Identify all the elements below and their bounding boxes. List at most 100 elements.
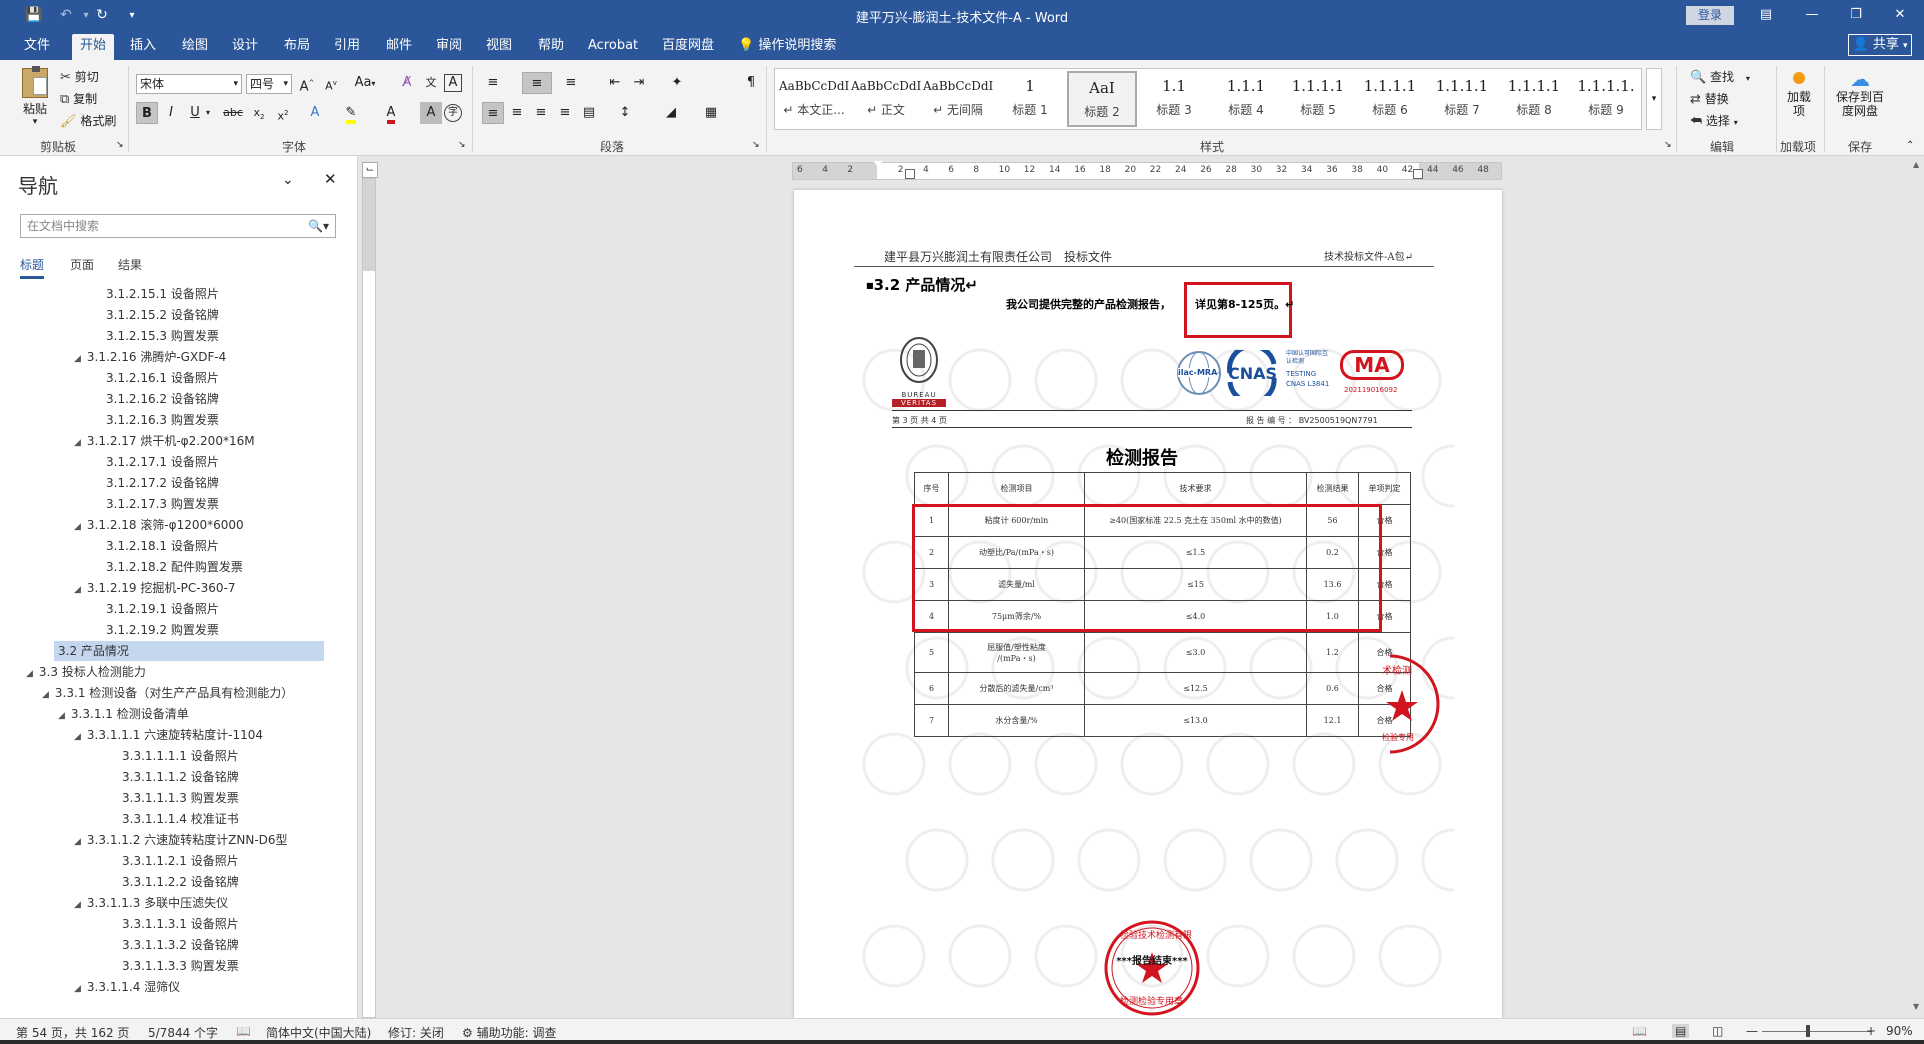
style-tile[interactable]: 1.1.1.1. 标题 9 xyxy=(1571,71,1641,127)
character-border-icon[interactable]: A xyxy=(444,74,462,92)
web-layout-icon[interactable]: ◫ xyxy=(1712,1024,1723,1038)
collapse-triangle-icon[interactable]: ◢ xyxy=(74,900,81,910)
style-tile[interactable]: 1.1.1.1 标题 8 xyxy=(1499,71,1569,127)
nav-tab-headings[interactable]: 标题 xyxy=(20,256,45,279)
style-tile[interactable]: 1.1 标题 3 xyxy=(1139,71,1209,127)
decrease-indent-icon[interactable]: ⇤ xyxy=(604,72,626,94)
style-tile[interactable]: AaBbCcDdI ↵ 本文正... xyxy=(779,71,849,127)
style-tile[interactable]: AaBbCcDdI ↵ 正文 xyxy=(851,71,921,127)
nav-heading-item[interactable]: 3.1.2.19.1 设备照片 xyxy=(106,599,219,619)
collapse-ribbon-icon[interactable]: ⌃ xyxy=(1906,140,1914,151)
collapse-triangle-icon[interactable]: ◢ xyxy=(74,585,81,595)
nav-heading-item[interactable]: ◢ 3.3 投标人检测能力 xyxy=(26,662,146,682)
shading-icon[interactable]: ◢ xyxy=(656,102,686,124)
tab-layout[interactable]: 布局 xyxy=(276,34,318,60)
section-heading[interactable]: ■3.2 产品情况↵ xyxy=(866,274,978,295)
show-marks-icon[interactable]: ¶ xyxy=(740,72,762,94)
align-center-button[interactable]: ≡ xyxy=(506,102,528,124)
save-to-baidu-button[interactable]: ☁ 保存到百度网盘 xyxy=(1832,68,1888,118)
nav-heading-item[interactable]: 3.3.1.1.3.1 设备照片 xyxy=(122,914,239,934)
nav-tab-results[interactable]: 结果 xyxy=(118,256,142,273)
style-tile[interactable]: AaI 标题 2 xyxy=(1067,71,1137,127)
nav-heading-item[interactable]: 3.1.2.17.3 购置发票 xyxy=(106,494,219,514)
tab-acrobat[interactable]: Acrobat xyxy=(580,34,646,60)
customize-quick-access-icon[interactable]: ▾ xyxy=(120,5,144,25)
collapse-triangle-icon[interactable]: ◢ xyxy=(74,837,81,847)
change-case-icon[interactable]: Aa▾ xyxy=(350,72,380,94)
addins-button[interactable]: 加载项 xyxy=(1784,72,1814,118)
tab-file[interactable]: 文件 xyxy=(16,34,58,60)
tab-baidu-netdisk[interactable]: 百度网盘 xyxy=(654,34,722,60)
nav-heading-item[interactable]: 3.3.1.1.1.2 设备铭牌 xyxy=(122,767,239,787)
collapse-triangle-icon[interactable]: ◢ xyxy=(74,984,81,994)
bold-button[interactable]: B xyxy=(136,102,158,124)
font-launcher-icon[interactable]: ↘ xyxy=(458,140,466,150)
redo-icon[interactable]: ↻ xyxy=(90,5,114,25)
collapse-triangle-icon[interactable]: ◢ xyxy=(42,690,49,700)
style-tile[interactable]: 1.1.1.1 标题 6 xyxy=(1355,71,1425,127)
document-page[interactable]: 建平县万兴膨润土有限责任公司 投标文件 技术投标文件-A包↵ ■3.2 产品情况… xyxy=(794,190,1502,1018)
find-button[interactable]: 🔍 查找 ▾ xyxy=(1690,68,1750,85)
restore-button[interactable]: ❐ xyxy=(1836,3,1876,27)
distributed-button[interactable]: ▤ xyxy=(578,102,600,124)
tab-home[interactable]: 开始 xyxy=(72,34,115,60)
nav-heading-item[interactable]: 3.2 产品情况 xyxy=(54,641,324,661)
save-icon[interactable]: 💾 xyxy=(22,5,46,25)
paste-button[interactable]: 粘贴 ▾ xyxy=(18,66,52,127)
nav-heading-item[interactable]: 3.1.2.15.3 购置发票 xyxy=(106,326,219,346)
replace-button[interactable]: ⇄ 替换 xyxy=(1690,90,1729,107)
nav-heading-item[interactable]: ◢ 3.3.1 检测设备（对生产产品具有检测能力） xyxy=(42,683,293,703)
search-icon[interactable]: 🔍▾ xyxy=(308,215,329,237)
text-effects-icon[interactable]: A xyxy=(304,102,326,124)
font-color-icon[interactable]: A xyxy=(380,102,402,124)
ribbon-display-options-icon[interactable]: ▤ xyxy=(1746,3,1786,27)
nav-heading-item[interactable]: 3.1.2.15.2 设备铭牌 xyxy=(106,305,219,325)
vertical-scrollbar[interactable]: ▲ ▼ xyxy=(1910,156,1924,1018)
tab-mailings[interactable]: 邮件 xyxy=(378,34,420,60)
tab-view[interactable]: 视图 xyxy=(478,34,520,60)
collapse-triangle-icon[interactable]: ◢ xyxy=(74,732,81,742)
format-painter-button[interactable]: 🖌 格式刷 xyxy=(60,112,116,129)
nav-heading-item[interactable]: 3.3.1.1.1.4 校准证书 xyxy=(122,809,239,829)
collapse-triangle-icon[interactable]: ◢ xyxy=(74,354,81,364)
nav-heading-item[interactable]: ◢ 3.3.1.1.4 湿筛仪 xyxy=(74,977,180,997)
nav-tab-pages[interactable]: 页面 xyxy=(70,256,94,273)
style-tile[interactable]: 1.1.1.1 标题 7 xyxy=(1427,71,1497,127)
nav-heading-item[interactable]: 3.1.2.18.1 设备照片 xyxy=(106,536,219,556)
italic-button[interactable]: I xyxy=(160,102,182,124)
align-right-button[interactable]: ≡ xyxy=(530,102,552,124)
nav-heading-item[interactable]: 3.3.1.1.3.2 设备铭牌 xyxy=(122,935,239,955)
zoom-level[interactable]: 90% xyxy=(1886,1024,1913,1038)
tab-draw[interactable]: 绘图 xyxy=(174,34,216,60)
tab-references[interactable]: 引用 xyxy=(326,34,368,60)
tab-help[interactable]: 帮助 xyxy=(530,34,572,60)
clipboard-launcher-icon[interactable]: ↘ xyxy=(116,140,124,150)
nav-heading-item[interactable]: 3.1.2.18.2 配件购置发票 xyxy=(106,557,243,577)
left-indent-marker[interactable] xyxy=(905,169,915,179)
tab-insert[interactable]: 插入 xyxy=(122,34,164,60)
track-changes-status[interactable]: 修订: 关闭 xyxy=(388,1024,444,1041)
nav-heading-item[interactable]: 3.3.1.1.2.2 设备铭牌 xyxy=(122,872,239,892)
accessibility-status[interactable]: ⚙ 辅助功能: 调查 xyxy=(462,1024,556,1041)
nav-heading-item[interactable]: ◢ 3.3.1.1.3 多联中压滤失仪 xyxy=(74,893,228,913)
nav-heading-item[interactable]: ◢ 3.1.2.17 烘干机-φ2.200*16M xyxy=(74,431,255,451)
style-tile[interactable]: 1.1.1 标题 4 xyxy=(1211,71,1281,127)
increase-indent-icon[interactable]: ⇥ xyxy=(628,72,650,94)
tab-design[interactable]: 设计 xyxy=(224,34,266,60)
nav-heading-item[interactable]: ◢ 3.3.1.1 检测设备清单 xyxy=(58,704,189,724)
nav-heading-item[interactable]: ◢ 3.1.2.16 沸腾炉-GXDF-4 xyxy=(74,347,226,367)
close-button[interactable]: ✕ xyxy=(1880,3,1920,27)
style-tile[interactable]: AaBbCcDdI ↵ 无间隔 xyxy=(923,71,993,127)
horizontal-ruler[interactable]: 6 4 2 2 4 6 8 10 12 14 16 18 20 22 24 26 28 30 32 34 36 38 40 4… xyxy=(792,161,1502,180)
character-shading-icon[interactable]: A xyxy=(420,102,442,124)
collapse-triangle-icon[interactable]: ◢ xyxy=(74,522,81,532)
subscript-button[interactable]: x2 xyxy=(248,102,270,124)
line-spacing-icon[interactable]: ↕ xyxy=(610,102,640,124)
nav-heading-item[interactable]: 3.1.2.16.2 设备铭牌 xyxy=(106,389,219,409)
style-tile[interactable]: 1.1.1.1 标题 5 xyxy=(1283,71,1353,127)
asian-layout-icon[interactable]: ✦ xyxy=(662,72,692,94)
copy-button[interactable]: ⧉ 复制 xyxy=(60,90,97,107)
enclose-characters-icon[interactable]: 字 xyxy=(444,104,462,122)
first-line-indent-marker[interactable] xyxy=(873,161,883,167)
zoom-in-button[interactable]: + xyxy=(1866,1024,1876,1038)
